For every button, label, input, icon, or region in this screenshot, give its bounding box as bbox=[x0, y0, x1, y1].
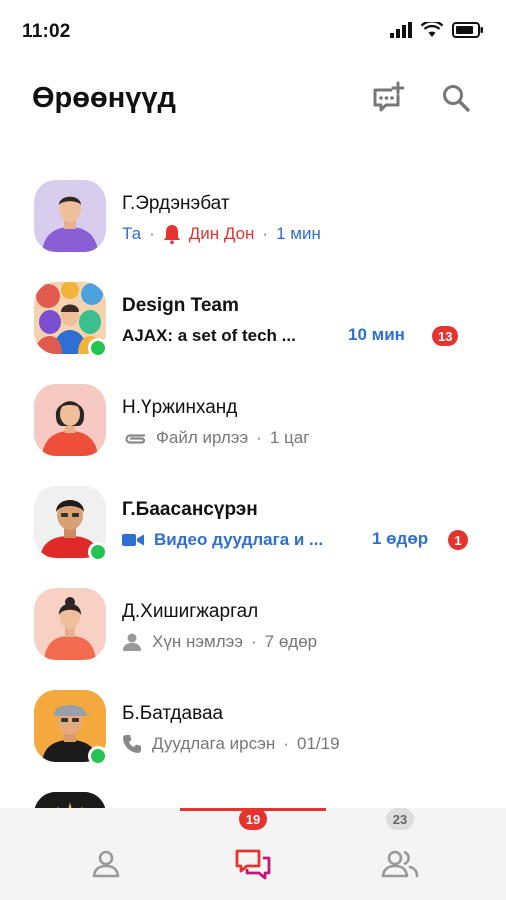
video-icon bbox=[122, 532, 144, 548]
header: Өрөөнүүд bbox=[0, 64, 506, 144]
separator-dot: · bbox=[262, 224, 269, 243]
search-button[interactable] bbox=[434, 78, 478, 122]
tab-badge: 19 bbox=[239, 808, 267, 830]
online-indicator bbox=[88, 746, 108, 766]
separator-dot: · bbox=[256, 428, 262, 447]
chat-row[interactable]: Г.Эрдэнэбат Та · Дин Дон · 1 мин bbox=[0, 166, 506, 268]
chat-message: Хүн нэмлээ bbox=[152, 632, 243, 651]
tab-profile[interactable] bbox=[46, 818, 166, 896]
tab-chats[interactable]: 19 bbox=[193, 808, 313, 896]
avatar bbox=[34, 180, 106, 252]
status-bar: 11:02 bbox=[0, 0, 506, 64]
tab-contacts[interactable]: 23 bbox=[340, 808, 460, 896]
bell-icon bbox=[163, 224, 181, 244]
online-indicator bbox=[88, 338, 108, 358]
search-icon bbox=[441, 83, 471, 118]
person-icon bbox=[122, 633, 142, 651]
tab-badge: 23 bbox=[386, 808, 414, 830]
chat-time: 01/19 bbox=[297, 734, 340, 753]
chat-row[interactable]: Г.Баасансүрэн Видео дуудлага и ... 1 өдө… bbox=[0, 472, 506, 574]
chat-sender: Та bbox=[122, 224, 142, 243]
chat-time: 1 өдөр bbox=[372, 529, 429, 548]
paperclip-icon bbox=[122, 431, 148, 445]
chat-preview: Дуудлага ирсэн · 01/19 bbox=[122, 733, 340, 755]
avatar bbox=[34, 588, 106, 660]
chat-name: Design Team bbox=[122, 295, 239, 316]
unread-badge: 1 bbox=[448, 530, 468, 550]
wifi-icon bbox=[420, 20, 444, 43]
profile-icon bbox=[90, 848, 122, 885]
chat-name: Г.Эрдэнэбат bbox=[122, 193, 230, 214]
chat-time: 10 мин bbox=[348, 325, 405, 344]
chat-time: 1 цаг bbox=[269, 428, 310, 447]
separator-dot: · bbox=[250, 632, 257, 651]
contacts-icon bbox=[380, 848, 420, 885]
chat-row[interactable]: Д.Хишигжаргал Хүн нэмлээ · 7 өдөр bbox=[0, 574, 506, 676]
online-indicator bbox=[88, 542, 108, 562]
chat-name: Б.Батдаваа bbox=[122, 703, 224, 724]
chat-preview: Та · Дин Дон · 1 мин bbox=[122, 223, 321, 245]
new-chat-icon bbox=[371, 81, 405, 120]
new-chat-button[interactable] bbox=[366, 78, 410, 122]
status-icons bbox=[390, 20, 484, 43]
bottom-tab-bar: 19 23 bbox=[0, 808, 506, 900]
chat-message: Дин Дон bbox=[188, 224, 255, 243]
chat-row[interactable]: Н.Үржинханд Файл ирлээ · 1 цаг bbox=[0, 370, 506, 472]
chat-message: Видео дуудлага и ... bbox=[154, 530, 324, 549]
chat-time: 7 өдөр bbox=[264, 632, 318, 651]
avatar bbox=[34, 384, 106, 456]
chat-name: Д.Хишигжаргал bbox=[122, 601, 259, 622]
chat-message: Файл ирлээ bbox=[156, 428, 249, 447]
chat-name: Г.Баасансүрэн bbox=[122, 499, 258, 520]
page-title: Өрөөнүүд bbox=[32, 82, 176, 114]
chat-name: Н.Үржинханд bbox=[122, 397, 238, 418]
chat-row[interactable]: Design Team AJAX: a set of tech ... 10 м… bbox=[0, 268, 506, 370]
battery-icon bbox=[452, 22, 484, 43]
unread-badge: 13 bbox=[432, 326, 459, 346]
status-time: 11:02 bbox=[22, 21, 71, 42]
signal-icon bbox=[390, 22, 412, 43]
chat-message: AJAX: a set of tech ... bbox=[122, 326, 296, 345]
chat-preview: Хүн нэмлээ · 7 өдөр bbox=[122, 631, 317, 653]
separator-dot: · bbox=[283, 734, 289, 753]
chat-message: Дуудлага ирсэн bbox=[152, 734, 276, 753]
chat-preview: AJAX: a set of tech ... bbox=[122, 325, 296, 347]
separator-dot: · bbox=[149, 224, 155, 243]
chat-list: Г.Эрдэнэбат Та · Дин Дон · 1 мин Design … bbox=[0, 166, 506, 816]
chat-preview: Видео дуудлага и ... bbox=[122, 529, 323, 551]
chat-preview: Файл ирлээ · 1 цаг bbox=[122, 427, 309, 449]
chat-bubbles-icon bbox=[235, 848, 271, 887]
phone-icon bbox=[122, 734, 142, 754]
chat-time: 1 мин bbox=[276, 224, 321, 243]
chat-row[interactable]: Б.Батдаваа Дуудлага ирсэн · 01/19 bbox=[0, 676, 506, 778]
